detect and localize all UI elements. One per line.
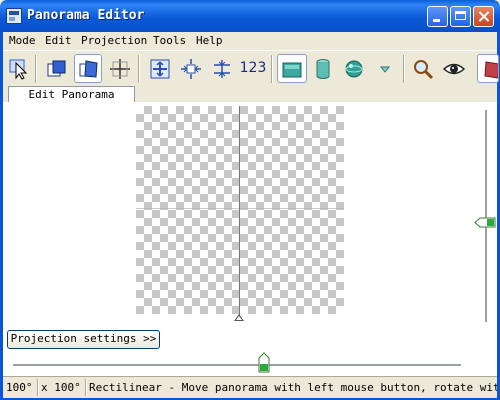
tab-strip: Edit Panorama <box>3 86 497 103</box>
panorama-preview-canvas[interactable] <box>136 106 344 314</box>
status-bar: 100° x 100° Rectilinear - Move panorama … <box>3 376 497 398</box>
window-title: Panorama Editor <box>27 8 145 23</box>
fit-vertical-button[interactable] <box>208 54 236 83</box>
more-projections-button[interactable] <box>371 54 399 83</box>
status-separator <box>85 379 87 396</box>
close-button[interactable] <box>473 6 494 27</box>
menu-mode[interactable]: Mode <box>9 34 36 47</box>
menu-projection[interactable]: Projection <box>81 34 147 47</box>
fit-horizontal-button[interactable] <box>177 54 205 83</box>
numbers-icon: 123 <box>239 60 267 76</box>
vertical-fov-slider-thumb[interactable] <box>474 217 496 228</box>
status-vfov: x 100° <box>41 381 81 394</box>
toolbar: 123 <box>3 50 499 87</box>
center-guide-line <box>239 106 240 318</box>
status-separator <box>37 379 39 396</box>
fit-center-button[interactable] <box>146 54 174 83</box>
rectilinear-projection-button[interactable] <box>277 54 307 83</box>
status-message: Rectilinear - Move panorama with left mo… <box>89 381 497 394</box>
preview-eye-icon <box>443 63 465 75</box>
toolbar-separator <box>271 55 273 83</box>
toolbar-separator <box>138 55 140 83</box>
menu-edit[interactable]: Edit <box>45 34 72 47</box>
horizon-guide-line <box>136 208 344 209</box>
panorama-editor-window: Panorama Editor Mode Edit Projection Too… <box>0 0 500 400</box>
tab-edit-panorama[interactable]: Edit Panorama <box>8 86 135 103</box>
spherical-projection-button[interactable] <box>340 54 368 83</box>
cylindrical-projection-button[interactable] <box>309 54 337 83</box>
menu-bar: Mode Edit Projection Tools Help <box>3 32 497 50</box>
edit-panorama-panel: Projection settings >> <box>3 102 497 376</box>
status-hfov: 100° <box>6 381 33 394</box>
crosshair-icon <box>110 59 130 79</box>
projection-settings-button[interactable]: Projection settings >> <box>7 330 160 349</box>
horizontal-fov-slider-thumb[interactable] <box>258 352 270 373</box>
overlap-images-button[interactable] <box>43 54 71 83</box>
zoom-magnifier-icon <box>414 60 434 80</box>
overlap-images-icon <box>47 60 66 77</box>
minimize-button[interactable] <box>427 6 448 27</box>
menu-tools[interactable]: Tools <box>153 34 186 47</box>
crosshair-button[interactable] <box>106 54 134 83</box>
panorama-app-icon <box>6 8 22 24</box>
zoom-button[interactable] <box>409 54 437 83</box>
menu-help[interactable]: Help <box>196 34 223 47</box>
toolbar-separator <box>35 55 37 83</box>
drag-layout-button[interactable] <box>74 54 102 83</box>
extra-tool-icon <box>484 61 498 79</box>
toolbar-separator <box>403 55 405 83</box>
preview-button[interactable] <box>440 54 468 83</box>
select-mode-button[interactable] <box>5 54 33 83</box>
cylindrical-projection-icon <box>316 59 330 79</box>
horizontal-fov-slider-track[interactable] <box>13 364 461 367</box>
title-bar[interactable]: Panorama Editor <box>0 0 500 32</box>
spherical-projection-icon <box>345 60 363 78</box>
center-marker-icon <box>234 314 244 321</box>
vertical-fov-slider-track[interactable] <box>485 110 488 322</box>
extra-tool-button[interactable] <box>477 54 499 83</box>
drag-layout-icon <box>79 60 98 78</box>
rectilinear-projection-icon <box>282 62 302 78</box>
fit-center-icon <box>150 59 170 79</box>
numbers-button[interactable]: 123 <box>238 54 268 83</box>
select-arrow-icon <box>9 59 28 80</box>
fit-vertical-icon <box>214 60 230 78</box>
maximize-button[interactable] <box>450 6 471 27</box>
fit-horizontal-icon <box>181 59 201 79</box>
more-projections-icon <box>379 66 391 73</box>
